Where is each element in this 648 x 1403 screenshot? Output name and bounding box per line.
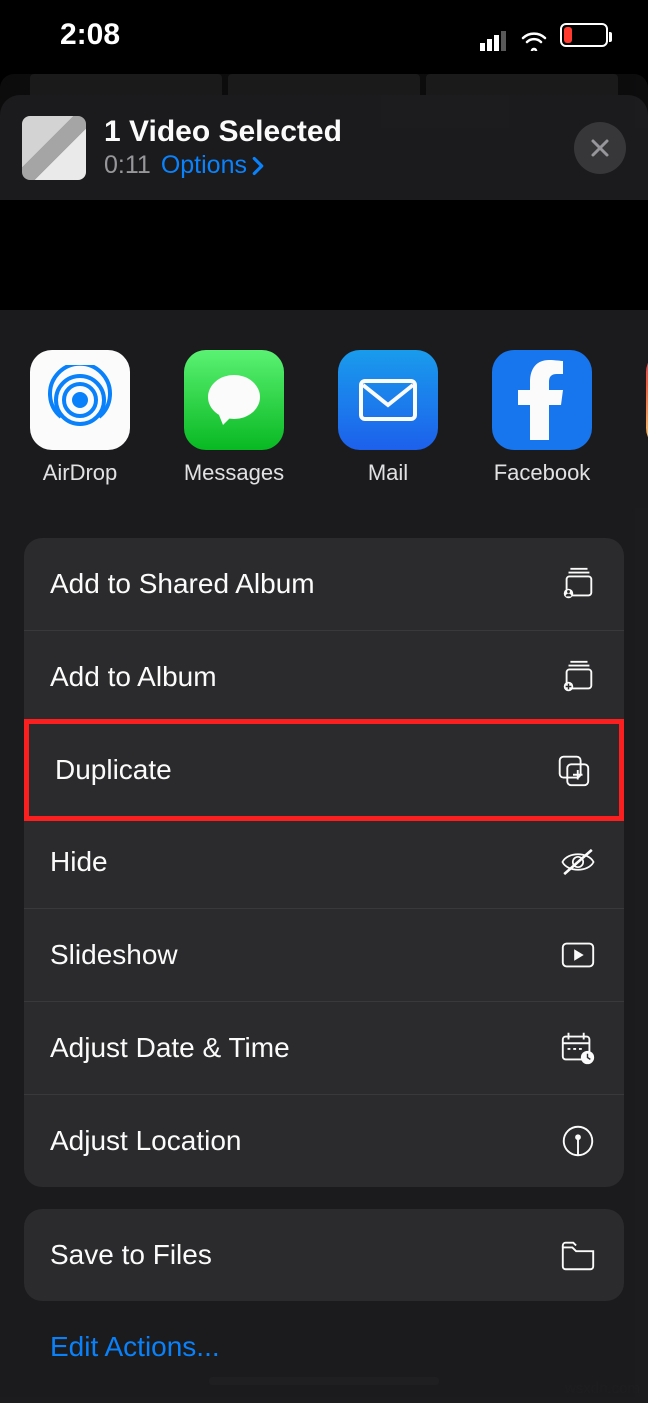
action-adjust-date-time[interactable]: Adjust Date & Time [24, 1002, 624, 1095]
content-gap [0, 200, 648, 310]
status-time: 2:08 [60, 18, 120, 52]
close-icon [589, 137, 611, 159]
shared-album-icon [558, 564, 598, 604]
calendar-clock-icon [558, 1028, 598, 1068]
share-app-mail[interactable]: Mail [338, 350, 438, 486]
chevron-right-icon [251, 156, 265, 176]
location-icon [558, 1121, 598, 1161]
duplicate-icon [553, 750, 593, 790]
app-label: AirDrop [43, 460, 118, 486]
slideshow-icon [558, 935, 598, 975]
action-add-album[interactable]: Add to Album [24, 631, 624, 724]
actions-group-save: Save to Files [24, 1209, 624, 1301]
wifi-icon [520, 25, 548, 45]
action-add-shared-album[interactable]: Add to Shared Album [24, 538, 624, 631]
app-label: Messages [184, 460, 284, 486]
action-adjust-location[interactable]: Adjust Location [24, 1095, 624, 1187]
facebook-icon [492, 350, 592, 450]
selection-title: 1 Video Selected [104, 115, 556, 149]
selected-video-thumbnail[interactable] [22, 116, 86, 180]
folder-icon [558, 1235, 598, 1275]
mail-icon [338, 350, 438, 450]
action-hide[interactable]: Hide [24, 816, 624, 909]
video-duration: 0:11 [104, 151, 151, 180]
share-apps-row[interactable]: AirDrop Messages Mail Facebook Ins [0, 310, 648, 516]
close-button[interactable] [574, 122, 626, 174]
sheet-header: 1 Video Selected 0:11 Options [0, 95, 648, 200]
app-label: Facebook [494, 460, 591, 486]
share-app-messages[interactable]: Messages [184, 350, 284, 486]
share-app-airdrop[interactable]: AirDrop [30, 350, 130, 486]
battery-low-icon [560, 23, 608, 47]
share-sheet: 1 Video Selected 0:11 Options AirDrop [0, 95, 648, 1403]
action-duplicate[interactable]: Duplicate [24, 719, 624, 821]
share-app-facebook[interactable]: Facebook [492, 350, 592, 486]
cellular-icon [480, 25, 508, 45]
action-slideshow[interactable]: Slideshow [24, 909, 624, 1002]
messages-icon [184, 350, 284, 450]
actions-group-main: Add to Shared Album Add to Album Duplica… [24, 538, 624, 1187]
action-save-to-files[interactable]: Save to Files [24, 1209, 624, 1301]
app-label: Mail [368, 460, 408, 486]
airdrop-icon [30, 350, 130, 450]
status-bar: 2:08 [0, 0, 648, 62]
hide-icon [558, 842, 598, 882]
options-button[interactable]: Options [161, 151, 265, 180]
add-album-icon [558, 657, 598, 697]
edit-actions-button[interactable]: Edit Actions... [0, 1301, 648, 1393]
status-indicators [480, 23, 608, 47]
